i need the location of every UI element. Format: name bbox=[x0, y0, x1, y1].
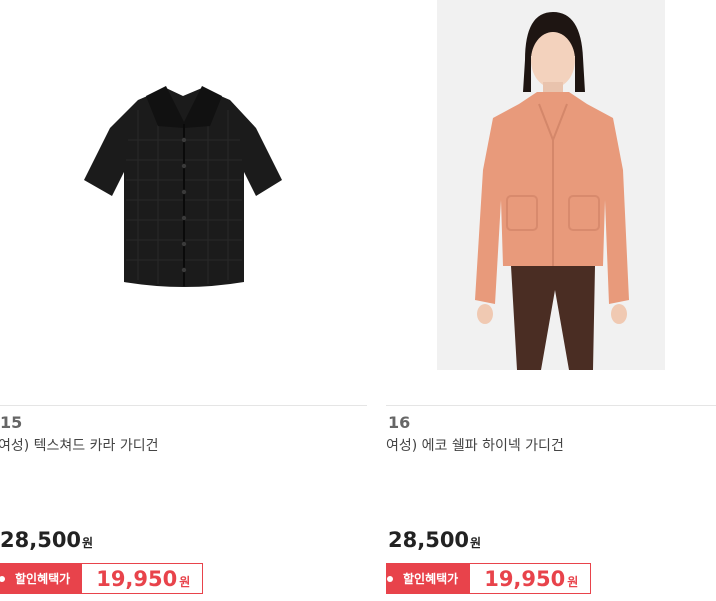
currency-unit: 원 bbox=[179, 575, 191, 589]
rank-number: 15 bbox=[0, 413, 23, 432]
currency-unit: 원 bbox=[470, 536, 482, 550]
sale-price: 19,950 원 bbox=[82, 564, 202, 593]
sale-price: 19,950 원 bbox=[470, 564, 590, 593]
product-card-15[interactable]: 15 여성) 텍스쳐드 카라 가디건 28,500원 할인혜택가 19,950 원 bbox=[0, 0, 367, 601]
discount-label: 할인혜택가 bbox=[0, 564, 83, 593]
product-card-16[interactable]: 16 여성) 에코 쉘파 하이넥 가디건 28,500원 할인혜택가 19,95… bbox=[386, 0, 716, 601]
model-peach-cardigan-image bbox=[475, 12, 629, 370]
card-divider bbox=[386, 405, 716, 406]
product-name[interactable]: 여성) 텍스쳐드 카라 가디건 bbox=[0, 435, 159, 455]
dot-icon bbox=[0, 575, 5, 582]
product-image[interactable] bbox=[0, 0, 367, 370]
discount-price-box: 할인혜택가 19,950 원 bbox=[386, 563, 592, 594]
price-value: 28,500 bbox=[0, 528, 82, 552]
sale-price-value: 19,950 bbox=[96, 566, 178, 591]
product-name[interactable]: 여성) 에코 쉘파 하이넥 가디건 bbox=[386, 435, 564, 455]
discount-label-text: 할인혜택가 bbox=[403, 572, 459, 586]
price-value: 28,500 bbox=[388, 528, 470, 552]
original-price: 28,500원 bbox=[0, 528, 93, 552]
discount-price-box: 할인혜택가 19,950 원 bbox=[0, 563, 204, 594]
rank-number: 16 bbox=[388, 413, 411, 432]
original-price: 28,500원 bbox=[388, 528, 481, 552]
discount-label: 할인혜택가 bbox=[387, 564, 471, 593]
currency-unit: 원 bbox=[82, 536, 94, 550]
product-image[interactable] bbox=[437, 0, 665, 370]
black-cardigan-image bbox=[84, 86, 282, 287]
discount-label-text: 할인혜택가 bbox=[15, 572, 71, 586]
dot-icon bbox=[387, 575, 393, 582]
card-divider bbox=[0, 405, 367, 406]
sale-price-value: 19,950 bbox=[484, 566, 566, 591]
currency-unit: 원 bbox=[567, 575, 579, 589]
